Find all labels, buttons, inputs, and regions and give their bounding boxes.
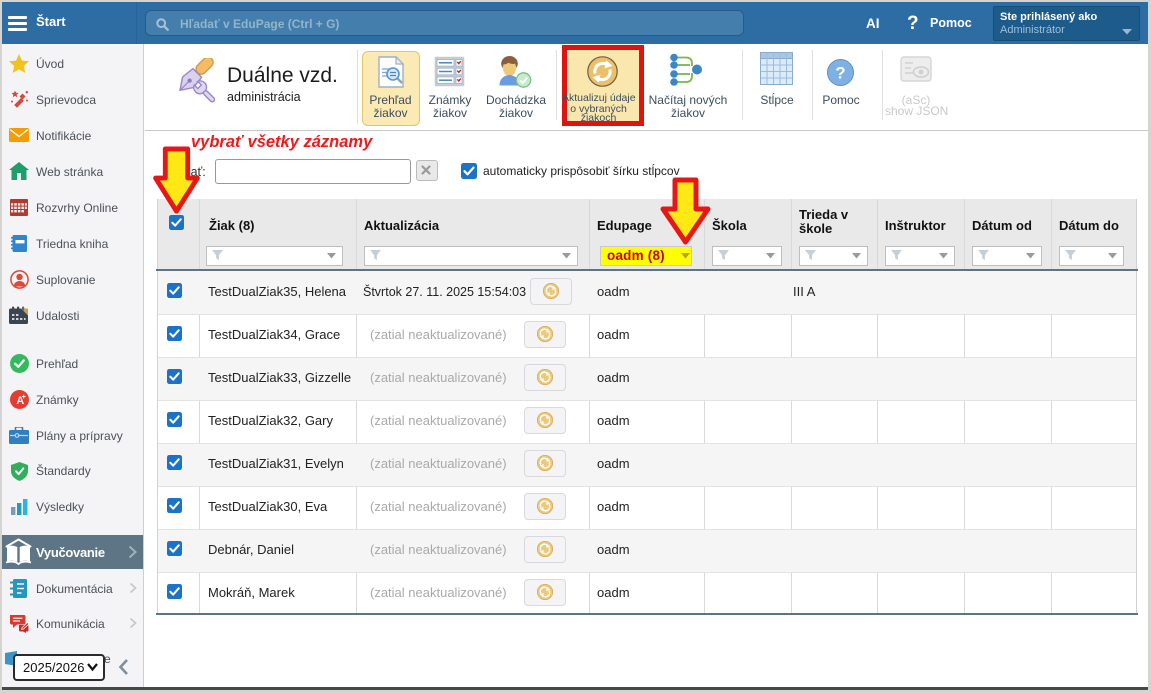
svg-text:?: ?: [835, 64, 845, 83]
svg-text:+: +: [22, 394, 26, 401]
